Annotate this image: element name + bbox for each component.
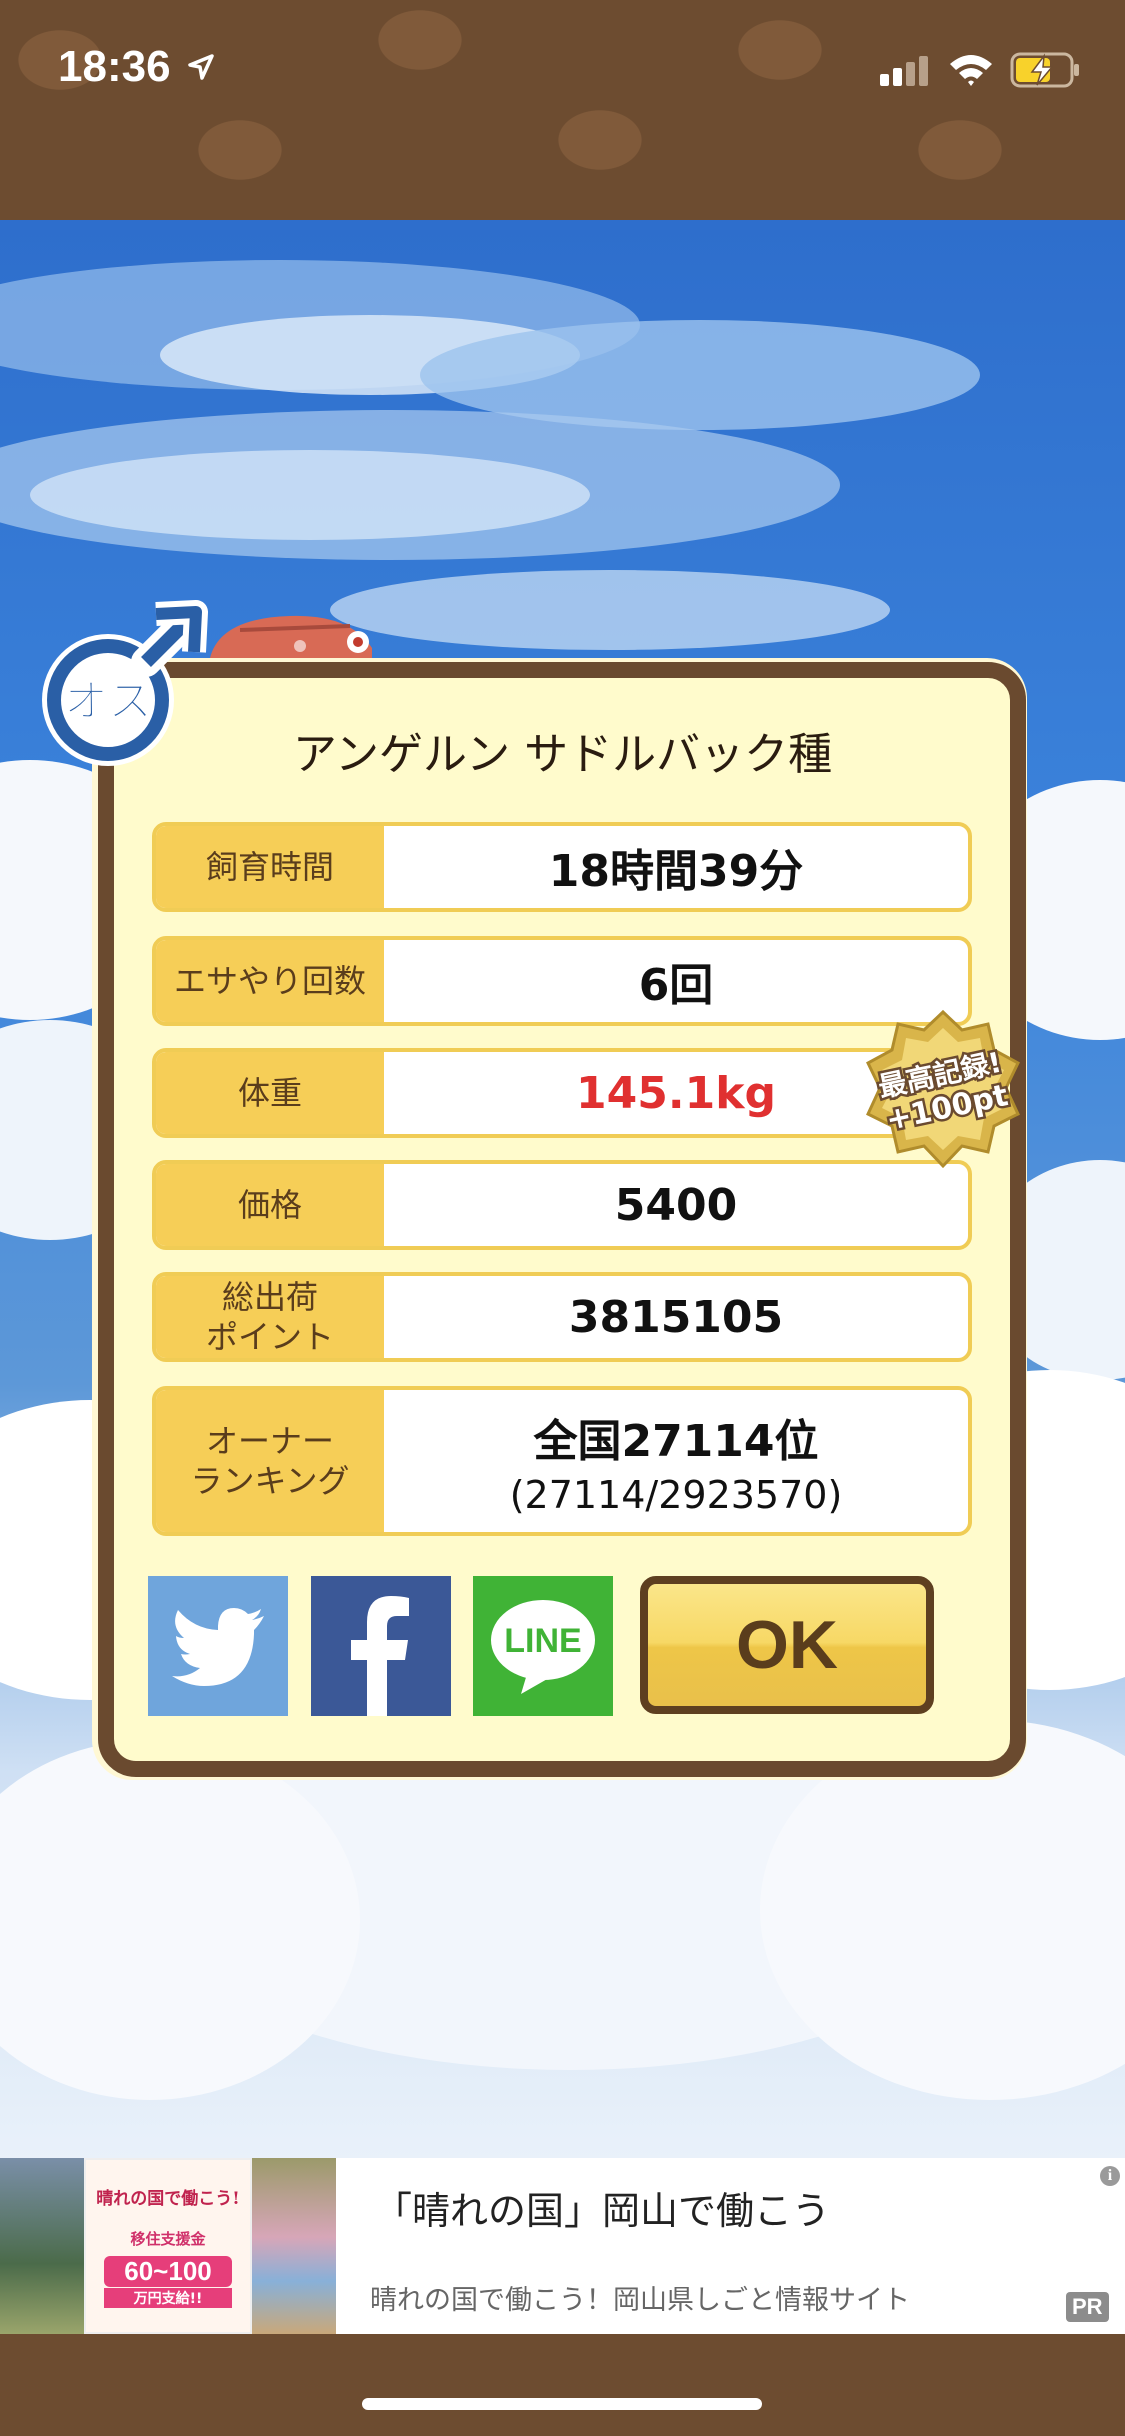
status-bar: 18:36 — [0, 0, 1125, 220]
stat-row: 価格 5400 — [152, 1160, 972, 1250]
line-icon: LINE — [491, 1600, 595, 1694]
stat-label: 飼育時間 — [156, 826, 384, 908]
facebook-icon — [351, 1596, 409, 1716]
stat-value-box: 全国27114位 (27114/2923570) — [384, 1390, 968, 1532]
bottom-band — [0, 2334, 1125, 2436]
stat-label: 総出荷 ポイント — [156, 1276, 384, 1358]
battery-charging-icon — [1010, 52, 1079, 88]
stat-label: 体重 — [156, 1052, 384, 1134]
line-icon-label: LINE — [504, 1622, 581, 1660]
stat-row: 体重 145.1kg — [152, 1048, 972, 1138]
stat-value-box: 18時間39分 — [384, 826, 968, 908]
stat-value: 6回 — [638, 960, 714, 1011]
ad-image-amount: 60~100 — [104, 2256, 232, 2287]
ad-pr-label: PR — [1066, 2292, 1109, 2322]
ad-image-sub: 移住支援金 — [130, 2230, 206, 2248]
ad-image[interactable]: 晴れの国で働こう! 移住支援金 60~100 万円支給!! — [0, 2158, 336, 2334]
facebook-share-button[interactable] — [311, 1576, 451, 1716]
stat-value-sub: (27114/2923570) — [509, 1473, 843, 1517]
location-arrow-icon — [188, 54, 214, 80]
record-badge: 最高記録! +100pt — [862, 1008, 1024, 1170]
ad-title[interactable]: 「晴れの国」岡山で働こう — [374, 2180, 830, 2235]
stat-value: 145.1kg — [576, 1067, 776, 1119]
ad-info-icon[interactable]: i — [1100, 2166, 1120, 2186]
twitter-share-button[interactable] — [148, 1576, 288, 1716]
stat-value: 全国27114位 — [533, 1416, 819, 1467]
status-time: 18:36 — [58, 42, 171, 91]
stat-label: エサやり回数 — [156, 940, 384, 1022]
stat-value: 5400 — [614, 1179, 738, 1231]
stat-value: 3815105 — [568, 1291, 784, 1343]
ok-button[interactable]: OK — [640, 1576, 934, 1714]
ad-image-unit: 万円支給!! — [104, 2288, 232, 2308]
stat-value-box: 5400 — [384, 1164, 968, 1246]
ad-image-headline: 晴れの国で働こう! — [96, 2189, 240, 2209]
stat-value-box: 3815105 — [384, 1276, 968, 1358]
ad-description[interactable]: 晴れの国で働こう！岡山県しごと情報サイト — [370, 2278, 910, 2317]
wifi-icon — [950, 55, 992, 86]
species-title: アンゲルン サドルバック種 — [292, 729, 833, 780]
line-share-button[interactable]: LINE — [473, 1576, 613, 1716]
stat-row: オーナー ランキング 全国27114位 (27114/2923570) — [152, 1386, 972, 1536]
cellular-signal-icon — [880, 56, 928, 86]
home-indicator[interactable] — [362, 2398, 762, 2410]
stat-label: 価格 — [156, 1164, 384, 1246]
stat-row: 総出荷 ポイント 3815105 — [152, 1272, 972, 1362]
stat-value: 18時間39分 — [548, 846, 804, 897]
twitter-icon — [172, 1608, 264, 1686]
stat-row: エサやり回数 6回 — [152, 936, 972, 1026]
stat-label: オーナー ランキング — [156, 1390, 384, 1532]
stat-row: 飼育時間 18時間39分 — [152, 822, 972, 912]
ad-banner[interactable]: 晴れの国で働こう! 移住支援金 60~100 万円支給!! 「晴れの国」岡山で働… — [0, 2158, 1125, 2334]
